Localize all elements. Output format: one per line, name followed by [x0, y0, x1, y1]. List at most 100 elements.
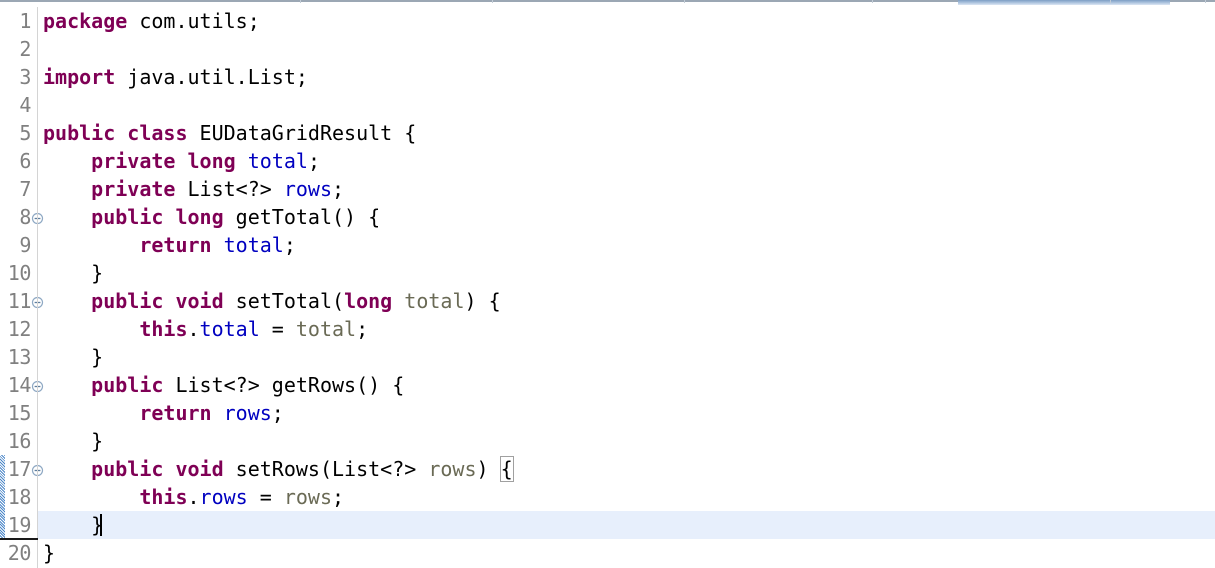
- code-token: {: [499, 456, 514, 482]
- code-line-2[interactable]: [38, 35, 43, 63]
- code-line-10[interactable]: }: [38, 259, 103, 287]
- tab-seam-0: [300, 0, 301, 3]
- code-token: ;: [307, 149, 320, 173]
- code-token: class: [127, 121, 188, 145]
- line-number-15: 15: [7, 401, 32, 425]
- code-line-5[interactable]: public class EUDataGridResult {: [38, 119, 416, 147]
- code-token: package: [43, 9, 128, 33]
- current-line-highlight: [38, 511, 1215, 539]
- tab-seam-5: [1205, 0, 1206, 3]
- code-token: setRows(List<?>: [223, 457, 429, 481]
- code-line-18[interactable]: this.rows = rows;: [38, 483, 344, 511]
- code-token: .: [187, 485, 200, 509]
- line-number-4: 4: [19, 93, 31, 117]
- code-token: }: [43, 261, 104, 285]
- code-token: java.util.List;: [115, 65, 308, 89]
- code-line-20[interactable]: }: [38, 539, 55, 567]
- code-token: total: [199, 317, 260, 341]
- code-line-3[interactable]: import java.util.List;: [38, 63, 308, 91]
- code-token: private: [91, 149, 176, 173]
- java-code-editor[interactable]: 1 2 3 4 5 6 7 8 9 10 11 12 13 14 15 16 17 18 19 20 package …: [0, 0, 1215, 568]
- line-number-3: 3: [19, 65, 31, 89]
- code-text-area[interactable]: package com.utils; import java.util.List;…: [38, 7, 1215, 568]
- code-token: EUDataGridResult {: [187, 121, 417, 145]
- code-token: long: [344, 289, 393, 313]
- code-token: long: [175, 205, 224, 229]
- gutter-separator: [37, 7, 38, 568]
- line-number-14: 14: [7, 373, 32, 397]
- code-token: return: [139, 401, 212, 425]
- code-token: this: [139, 485, 188, 509]
- code-line-17[interactable]: public void setRows(List<?> rows) {: [38, 455, 514, 483]
- code-line-19[interactable]: }: [38, 511, 103, 539]
- text-caret: [100, 514, 102, 536]
- code-token: rows: [199, 485, 248, 509]
- code-line-11[interactable]: public void setTotal(long total) {: [38, 287, 500, 315]
- code-line-13[interactable]: }: [38, 343, 103, 371]
- code-line-4[interactable]: [38, 91, 43, 119]
- line-number-10: 10: [7, 261, 32, 285]
- code-token: void: [175, 457, 224, 481]
- code-token: import: [43, 65, 116, 89]
- line-number-11: 11: [7, 289, 32, 313]
- line-number-16: 16: [7, 429, 32, 453]
- code-line-6[interactable]: private long total;: [38, 147, 320, 175]
- code-line-1[interactable]: package com.utils;: [38, 7, 260, 35]
- code-line-15[interactable]: return rows;: [38, 399, 284, 427]
- line-number-1: 1: [19, 9, 31, 33]
- code-token: void: [175, 289, 224, 313]
- code-token: setTotal(: [223, 289, 345, 313]
- tab-seam-4: [1110, 0, 1111, 3]
- code-token: List<?> getRows() {: [163, 373, 405, 397]
- code-line-14[interactable]: public List<?> getRows() {: [38, 371, 404, 399]
- code-token: ;: [283, 233, 296, 257]
- code-token: total: [223, 233, 284, 257]
- active-tab-bottom-edge[interactable]: [958, 0, 1170, 5]
- code-line-16[interactable]: }: [38, 427, 103, 455]
- line-number-5: 5: [19, 121, 31, 145]
- code-token: rows: [283, 485, 333, 509]
- code-token: =: [259, 317, 296, 341]
- code-token: List<?>: [175, 177, 284, 201]
- code-token: total: [404, 289, 465, 313]
- code-line-9[interactable]: return total;: [38, 231, 296, 259]
- code-token: total: [247, 149, 308, 173]
- editor-gutter[interactable]: 1 2 3 4 5 6 7 8 9 10 11 12 13 14 15 16 17 18 19 20: [0, 7, 44, 568]
- code-token: .: [187, 317, 200, 341]
- code-token: getTotal() {: [223, 205, 381, 229]
- line-number-2: 2: [19, 37, 31, 61]
- line-number-6: 6: [19, 149, 31, 173]
- code-line-7[interactable]: private List<?> rows;: [38, 175, 344, 203]
- code-token: ;: [356, 317, 369, 341]
- code-token: return: [139, 233, 212, 257]
- code-token: rows: [223, 401, 272, 425]
- line-number-12: 12: [7, 317, 32, 341]
- code-token: }: [43, 429, 104, 453]
- code-line-8[interactable]: public long getTotal() {: [38, 203, 380, 231]
- code-token: com.utils;: [127, 9, 260, 33]
- code-line-12[interactable]: this.total = total;: [38, 315, 368, 343]
- code-token: public: [91, 373, 164, 397]
- change-bar: [0, 455, 5, 539]
- code-token: rows: [428, 457, 477, 481]
- code-token: public: [91, 457, 164, 481]
- code-token: this: [139, 317, 188, 341]
- line-number-8: 8: [19, 205, 31, 229]
